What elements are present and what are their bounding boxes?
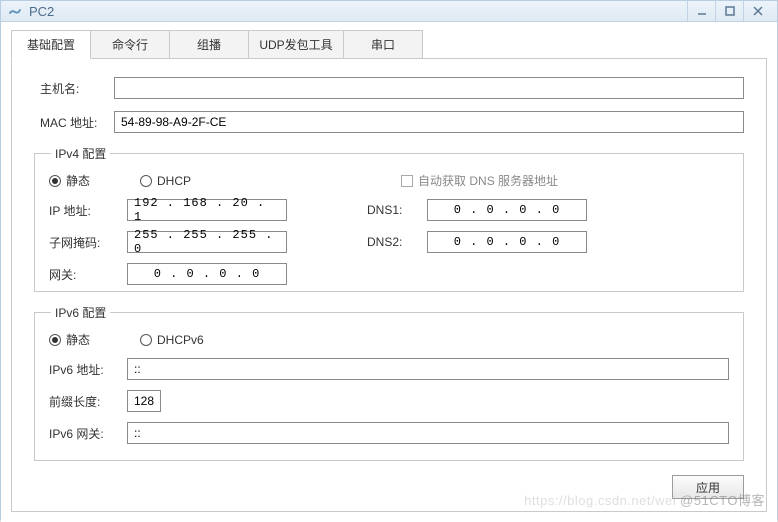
row-mac: MAC 地址: 54-89-98-A9-2F-CE: [34, 111, 744, 133]
ipv6-prefix-input[interactable]: 128: [127, 390, 161, 412]
ipv6-radio-dhcpv6-label: DHCPv6: [157, 333, 204, 347]
close-button[interactable]: [743, 1, 771, 21]
gateway-input[interactable]: 0 . 0 . 0 . 0: [127, 263, 287, 285]
ipv6-gw-input[interactable]: ::: [127, 422, 729, 444]
ipv4-radio-dhcp-label: DHCP: [157, 174, 191, 188]
row-ipv6-addr: IPv6 地址: ::: [49, 358, 729, 380]
footer: 应用: [34, 473, 744, 499]
app-icon: [7, 3, 23, 19]
mask-label: 子网掩码:: [49, 234, 127, 251]
minimize-button[interactable]: [687, 1, 715, 21]
ipv4-legend: IPv4 配置: [51, 145, 110, 162]
mac-label: MAC 地址:: [34, 114, 114, 131]
window-title: PC2: [29, 4, 687, 19]
window-controls: [687, 1, 771, 21]
tab-udp-send[interactable]: UDP发包工具: [248, 30, 344, 59]
hostname-label: 主机名:: [34, 80, 114, 97]
subnet-mask-input[interactable]: 255 . 255 . 255 . 0: [127, 231, 287, 253]
ipv6-radio-static-label: 静态: [66, 331, 90, 348]
tab-basic-config[interactable]: 基础配置: [11, 30, 91, 59]
row-ipv6-prefix: 前缀长度: 128: [49, 390, 729, 412]
mac-input[interactable]: 54-89-98-A9-2F-CE: [114, 111, 744, 133]
tab-panel: 主机名: MAC 地址: 54-89-98-A9-2F-CE IPv4 配置 静…: [11, 58, 767, 512]
ipv4-radio-static-label: 静态: [66, 172, 90, 189]
ipv4-autodns-label: 自动获取 DNS 服务器地址: [418, 172, 558, 189]
ip-label: IP 地址:: [49, 202, 127, 219]
row-ipv6-gw: IPv6 网关: ::: [49, 422, 729, 444]
dns2-label: DNS2:: [367, 235, 427, 249]
ipv6-group: IPv6 配置 静态 DHCPv6 IPv6 地址: :: 前缀长度: 128: [34, 304, 744, 461]
ipv4-group: IPv4 配置 静态 DHCP 自动获取 DNS 服务器地址 IP 地址: 19…: [34, 145, 744, 292]
dns1-input[interactable]: 0 . 0 . 0 . 0: [427, 199, 587, 221]
tab-multicast[interactable]: 组播: [169, 30, 249, 59]
ipv4-radio-dhcp[interactable]: DHCP: [140, 174, 191, 188]
tab-bar: 基础配置 命令行 组播 UDP发包工具 串口: [11, 30, 767, 59]
window-frame: PC2 基础配置 命令行 组播 UDP发包工具 串口 主机名:: [0, 0, 778, 520]
ipv6-prefix-label: 前缀长度:: [49, 393, 127, 410]
dns1-label: DNS1:: [367, 203, 427, 217]
ipv6-legend: IPv6 配置: [51, 304, 110, 321]
ipv4-mode-row: 静态 DHCP 自动获取 DNS 服务器地址: [49, 172, 729, 189]
ipv6-gw-label: IPv6 网关:: [49, 425, 127, 442]
ipv4-grid: IP 地址: 192 . 168 . 20 . 1 DNS1: 0 . 0 . …: [49, 199, 729, 285]
ipv6-addr-input[interactable]: ::: [127, 358, 729, 380]
ipv6-radio-dhcpv6[interactable]: DHCPv6: [140, 333, 204, 347]
ipv6-mode-row: 静态 DHCPv6: [49, 331, 729, 348]
ipv6-addr-label: IPv6 地址:: [49, 361, 127, 378]
ipv6-radio-static[interactable]: 静态: [49, 331, 90, 348]
gateway-label: 网关:: [49, 266, 127, 283]
hostname-input[interactable]: [114, 77, 744, 99]
maximize-button[interactable]: [715, 1, 743, 21]
tab-cli[interactable]: 命令行: [90, 30, 170, 59]
ipv4-checkbox-autodns[interactable]: 自动获取 DNS 服务器地址: [401, 172, 558, 189]
apply-button[interactable]: 应用: [672, 475, 744, 499]
title-bar: PC2: [1, 1, 777, 22]
dns2-input[interactable]: 0 . 0 . 0 . 0: [427, 231, 587, 253]
tab-serial[interactable]: 串口: [343, 30, 423, 59]
client-area: 基础配置 命令行 组播 UDP发包工具 串口 主机名: MAC 地址: 54-8…: [1, 22, 777, 522]
ipv4-radio-static[interactable]: 静态: [49, 172, 90, 189]
ip-address-input[interactable]: 192 . 168 . 20 . 1: [127, 199, 287, 221]
row-hostname: 主机名:: [34, 77, 744, 99]
